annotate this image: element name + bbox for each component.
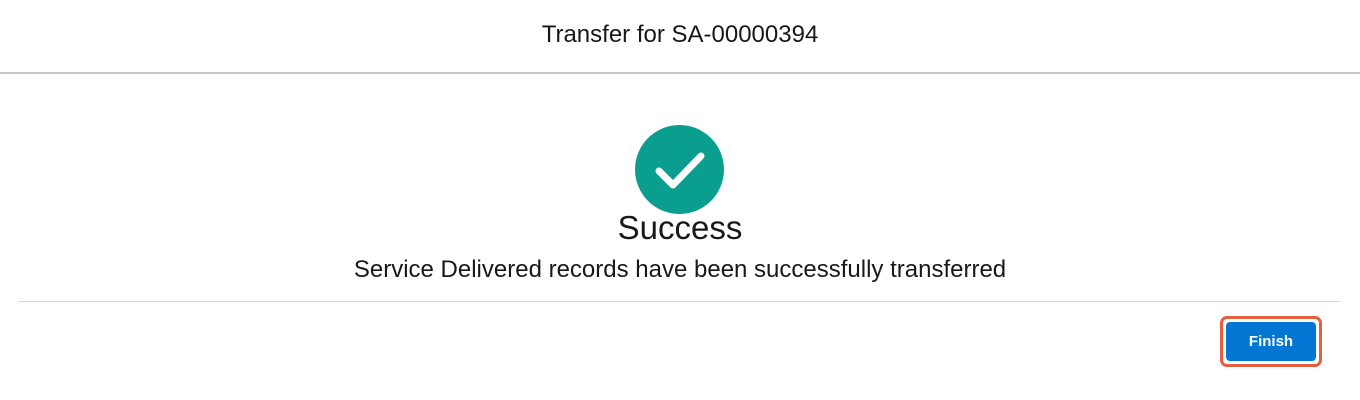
modal-title: Transfer for SA-00000394 [541,21,819,48]
checkmark-glyph [655,152,704,188]
footer-divider [18,301,1341,302]
finish-button[interactable]: Finish [1226,322,1316,361]
modal-header: Transfer for SA-00000394 [0,0,1360,74]
success-message: Service Delivered records have been succ… [353,256,1007,283]
checkmark-icon [635,125,724,214]
success-heading: Success [617,209,743,246]
